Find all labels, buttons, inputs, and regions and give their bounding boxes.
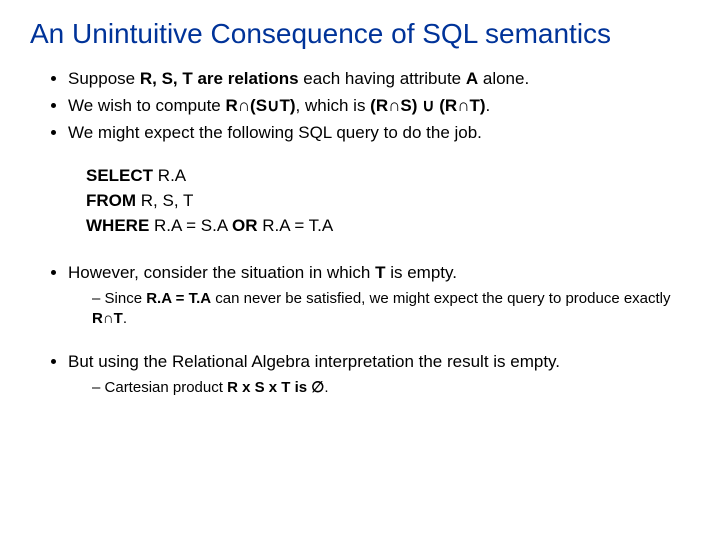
text-bold: R∩(S∪T) — [225, 96, 295, 115]
sub-bullet-list: Since R.A = T.A can never be satisfied, … — [68, 289, 690, 330]
sql-keyword: WHERE — [86, 216, 149, 235]
sub-bullet-5a: Cartesian product R x S x T is ∅. — [92, 378, 690, 398]
text: Cartesian product — [105, 379, 228, 396]
text-bold: A — [466, 69, 478, 88]
text: R.A — [153, 166, 186, 185]
sql-keyword: FROM — [86, 191, 136, 210]
text: . — [123, 310, 127, 327]
text-bold: R, S, T are relations — [140, 69, 299, 88]
slide: An Unintuitive Consequence of SQL semant… — [0, 0, 720, 432]
text: , which is — [296, 96, 371, 115]
text: is empty. — [386, 263, 457, 282]
text: Suppose — [68, 69, 140, 88]
text-bold: R x S x T is ∅ — [227, 379, 324, 396]
spacer — [30, 333, 690, 351]
text: R.A = T.A — [257, 216, 333, 235]
text: . — [486, 96, 491, 115]
bullet-3: We might expect the following SQL query … — [68, 122, 690, 145]
bullet-list-3: But using the Relational Algebra interpr… — [30, 351, 690, 398]
text: We wish to compute — [68, 96, 225, 115]
bullet-1: Suppose R, S, T are relations each havin… — [68, 68, 690, 91]
sql-line-1: SELECT R.A — [86, 165, 690, 188]
text: R, S, T — [136, 191, 193, 210]
text-bold: T — [375, 263, 385, 282]
sql-code-block: SELECT R.A FROM R, S, T WHERE R.A = S.A … — [86, 165, 690, 238]
text: Since — [105, 290, 147, 307]
sub-bullet-list: Cartesian product R x S x T is ∅. — [68, 378, 690, 398]
bullet-4: However, consider the situation in which… — [68, 262, 690, 329]
text: However, consider the situation in which — [68, 263, 375, 282]
sql-keyword: OR — [232, 216, 258, 235]
sub-bullet-4a: Since R.A = T.A can never be satisfied, … — [92, 289, 690, 330]
text-bold: R.A = T.A — [146, 290, 211, 307]
bullet-2: We wish to compute R∩(S∪T), which is (R∩… — [68, 95, 690, 118]
text-bold: R∩T — [92, 310, 123, 327]
sql-line-3: WHERE R.A = S.A OR R.A = T.A — [86, 215, 690, 238]
text: can never be satisfied, we might expect … — [211, 290, 670, 307]
text: alone. — [478, 69, 529, 88]
text: each having attribute — [299, 69, 466, 88]
text: But using the Relational Algebra interpr… — [68, 352, 560, 371]
bullet-list-1: Suppose R, S, T are relations each havin… — [30, 68, 690, 145]
bullet-5: But using the Relational Algebra interpr… — [68, 351, 690, 398]
text: . — [324, 379, 328, 396]
slide-title: An Unintuitive Consequence of SQL semant… — [30, 18, 690, 50]
text-bold: (R∩S) ∪ (R∩T) — [370, 96, 485, 115]
text: R.A = S.A — [149, 216, 232, 235]
sql-line-2: FROM R, S, T — [86, 190, 690, 213]
sql-keyword: SELECT — [86, 166, 153, 185]
bullet-list-2: However, consider the situation in which… — [30, 262, 690, 329]
